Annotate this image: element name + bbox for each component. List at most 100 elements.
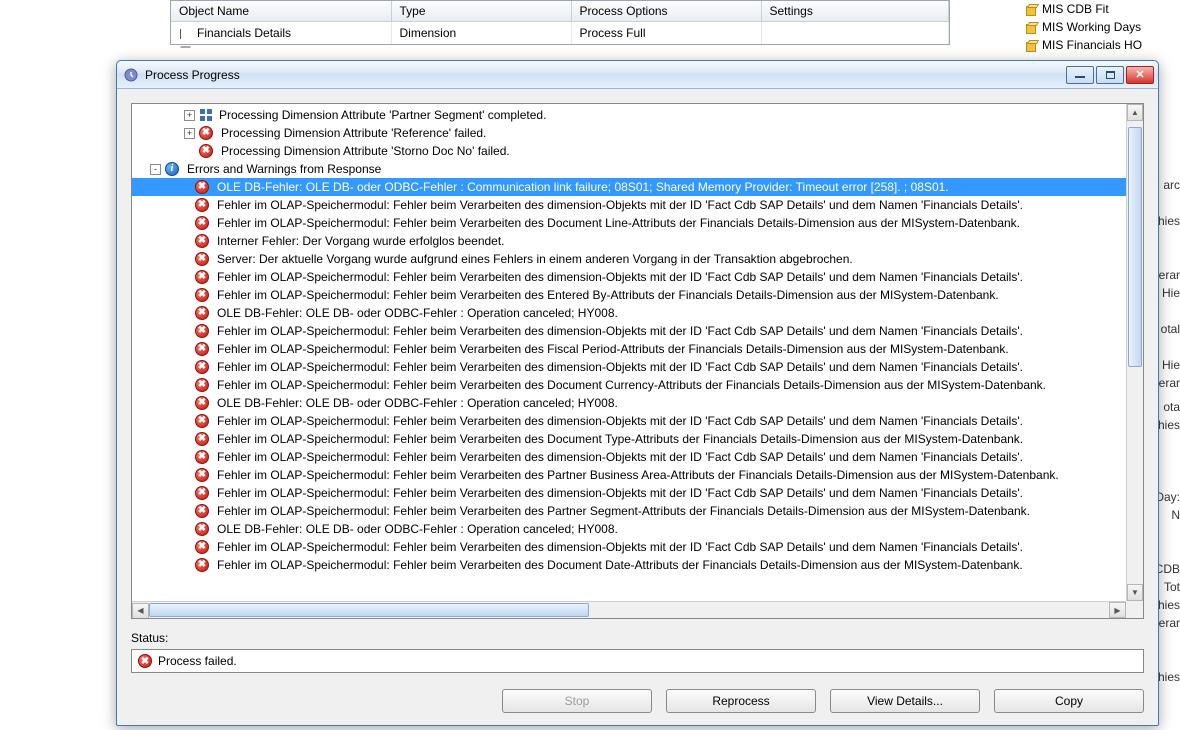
tree-node[interactable]: ✖Fehler im OLAP-Speichermodul: Fehler be… — [132, 412, 1126, 430]
cube-icon — [1024, 4, 1038, 16]
tree-node-label: Fehler im OLAP-Speichermodul: Fehler bei… — [215, 322, 1025, 340]
error-icon: ✖ — [195, 234, 209, 248]
tree-node[interactable]: ✖ Fehler im OLAP-Speichermodul: Fehler be… — [132, 286, 1126, 304]
scroll-down-icon[interactable]: ▼ — [1127, 584, 1143, 601]
cube-icon — [1024, 22, 1038, 34]
cell-settings — [761, 22, 949, 45]
reprocess-button[interactable]: Reprocess — [666, 689, 816, 713]
error-icon: ✖ — [195, 396, 209, 410]
cell-options: Process Full — [571, 22, 761, 45]
tree-node[interactable]: ✖ Fehler im OLAP-Speichermodul: Fehler be… — [132, 484, 1126, 502]
scroll-left-icon[interactable]: ◀ — [132, 603, 149, 619]
close-button[interactable]: ✕ — [1126, 66, 1154, 84]
progress-tree-panel: + Processing Dimension Attribute 'Partner… — [131, 103, 1144, 619]
error-icon: ✖ — [195, 270, 209, 284]
view-details-button[interactable]: View Details... — [830, 689, 980, 713]
tree-node-label: Errors and Warnings from Response — [185, 160, 383, 178]
tree-node[interactable]: ✖ Fehler im OLAP-Speichermodul: Fehler be… — [132, 268, 1126, 286]
error-icon: ✖ — [195, 486, 209, 500]
tree-node-label: OLE DB-Fehler: OLE DB- oder ODBC-Fehler … — [215, 304, 620, 322]
tree-node-label: Fehler im OLAP-Speichermodul: Fehler bei… — [215, 502, 1032, 520]
partial-text: hies — [1158, 418, 1180, 432]
partial-text: hies — [1158, 214, 1180, 228]
tree-node[interactable]: + Processing Dimension Attribute 'Partner… — [132, 106, 1126, 124]
table-row[interactable]: Financials Details Dimension Process Ful… — [171, 22, 949, 45]
list-item[interactable]: MIS Financials HO — [1020, 36, 1180, 54]
tree-node-label: Fehler im OLAP-Speichermodul: Fehler bei… — [215, 412, 1025, 430]
error-icon: ✖ — [199, 126, 213, 140]
status-text: Process failed. — [158, 654, 237, 668]
window-title: Process Progress — [145, 68, 1066, 82]
tree-node[interactable]: ✖ Fehler im OLAP-Speichermodul: Fehler be… — [132, 322, 1126, 340]
tree-node[interactable]: -i Errors and Warnings from Response — [132, 160, 1126, 178]
error-icon: ✖ — [195, 198, 209, 212]
tree-node[interactable]: ✖OLE DB-Fehler: OLE DB- oder ODBC-Fehler… — [132, 304, 1126, 322]
vertical-scrollbar[interactable]: ▲ ▼ — [1126, 104, 1143, 601]
status-label: Status: — [131, 631, 1144, 645]
scroll-right-icon[interactable]: ▶ — [1109, 602, 1126, 618]
tree-node-label: Fehler im OLAP-Speichermodul: Fehler bei… — [215, 430, 1025, 448]
tree-node-label: Fehler im OLAP-Speichermodul: Fehler bei… — [215, 538, 1025, 556]
expand-toggle[interactable]: + — [184, 128, 195, 139]
scroll-up-icon[interactable]: ▲ — [1127, 104, 1143, 121]
error-icon: ✖ — [195, 216, 209, 230]
partial-text: hies — [1158, 670, 1180, 684]
tree-node[interactable]: ✖Server: Der aktuelle Vorgang wurde aufg… — [132, 250, 1126, 268]
expand-toggle[interactable]: + — [184, 110, 195, 121]
tree-node[interactable]: ✖OLE DB-Fehler: OLE DB- oder ODBC-Fehler… — [132, 520, 1126, 538]
tree-node-label: Processing Dimension Attribute 'Storno D… — [219, 142, 512, 160]
tree-node[interactable]: ✖Fehler im OLAP-Speichermodul: Fehler be… — [132, 196, 1126, 214]
process-progress-window: Process Progress ✕ + Processing Dimension… — [116, 60, 1159, 726]
minimize-button[interactable] — [1066, 66, 1094, 84]
copy-button[interactable]: Copy — [994, 689, 1144, 713]
tree-node[interactable]: ✖Fehler im OLAP-Speichermodul: Fehler be… — [132, 214, 1126, 232]
error-icon: ✖ — [138, 654, 152, 668]
tree-node-label: Fehler im OLAP-Speichermodul: Fehler bei… — [215, 286, 1001, 304]
tree-node[interactable]: ✖OLE DB-Fehler: OLE DB- oder ODBC-Fehler… — [132, 178, 1126, 196]
partial-text: hies — [1158, 598, 1180, 612]
tree-node[interactable]: ✖ Fehler im OLAP-Speichermodul: Fehler be… — [132, 556, 1126, 574]
tree-node[interactable]: ✖Fehler im OLAP-Speichermodul: Fehler be… — [132, 430, 1126, 448]
error-icon: ✖ — [195, 450, 209, 464]
tree-node[interactable]: ✖Fehler im OLAP-Speichermodul: Fehler be… — [132, 376, 1126, 394]
error-icon: ✖ — [195, 558, 209, 572]
partial-text: Tot — [1164, 580, 1180, 594]
dimension-icon — [179, 28, 191, 40]
tree-node-label: Fehler im OLAP-Speichermodul: Fehler bei… — [215, 484, 1025, 502]
tree-node[interactable]: ✖ OLE DB-Fehler: OLE DB- oder ODBC-Fehler… — [132, 394, 1126, 412]
tree-node[interactable]: ✖Processing Dimension Attribute 'Storno … — [132, 142, 1126, 160]
tree-node-label: Fehler im OLAP-Speichermodul: Fehler bei… — [215, 556, 1025, 574]
error-icon: ✖ — [195, 522, 209, 536]
tree-node[interactable]: ✖Interner Fehler: Der Vorgang wurde erfo… — [132, 232, 1126, 250]
partial-text: Hie — [1162, 286, 1180, 300]
list-item[interactable]: MIS CDB Fit — [1020, 0, 1180, 18]
partial-text: erar — [1159, 376, 1180, 390]
partial-text: Day: — [1155, 490, 1180, 504]
tree-node[interactable]: ✖Fehler im OLAP-Speichermodul: Fehler be… — [132, 502, 1126, 520]
error-icon: ✖ — [195, 324, 209, 338]
list-item[interactable]: MIS Working Days — [1020, 18, 1180, 36]
col-process-options: Process Options — [571, 1, 761, 22]
horizontal-scrollbar[interactable]: ◀ ▶ — [132, 601, 1126, 618]
tree-node[interactable]: ✖Fehler im OLAP-Speichermodul: Fehler be… — [132, 448, 1126, 466]
tree-node[interactable]: ✖Fehler im OLAP-Speichermodul: Fehler be… — [132, 466, 1126, 484]
tree-node[interactable]: ✖Fehler im OLAP-Speichermodul: Fehler be… — [132, 340, 1126, 358]
tree-node-label: Processing Dimension Attribute 'Partner … — [217, 106, 548, 124]
titlebar[interactable]: Process Progress ✕ — [117, 61, 1158, 89]
partial-text: erar — [1159, 616, 1180, 630]
tree-node[interactable]: +✖Processing Dimension Attribute 'Refere… — [132, 124, 1126, 142]
cube-icon — [1024, 40, 1038, 52]
tree-node[interactable]: ✖Fehler im OLAP-Speichermodul: Fehler be… — [132, 538, 1126, 556]
info-icon: i — [165, 162, 179, 176]
cell-name: Financials Details — [197, 26, 291, 40]
maximize-button[interactable] — [1096, 66, 1124, 84]
partial-text: ota — [1163, 400, 1180, 414]
error-icon: ✖ — [195, 288, 209, 302]
error-icon: ✖ — [195, 252, 209, 266]
tree-node[interactable]: ✖Fehler im OLAP-Speichermodul: Fehler be… — [132, 358, 1126, 376]
error-icon: ✖ — [195, 468, 209, 482]
tree-node-label: OLE DB-Fehler: OLE DB- oder ODBC-Fehler … — [215, 394, 620, 412]
error-icon: ✖ — [195, 378, 209, 392]
tree-node-label: Fehler im OLAP-Speichermodul: Fehler bei… — [215, 268, 1025, 286]
collapse-toggle[interactable]: - — [150, 164, 161, 175]
